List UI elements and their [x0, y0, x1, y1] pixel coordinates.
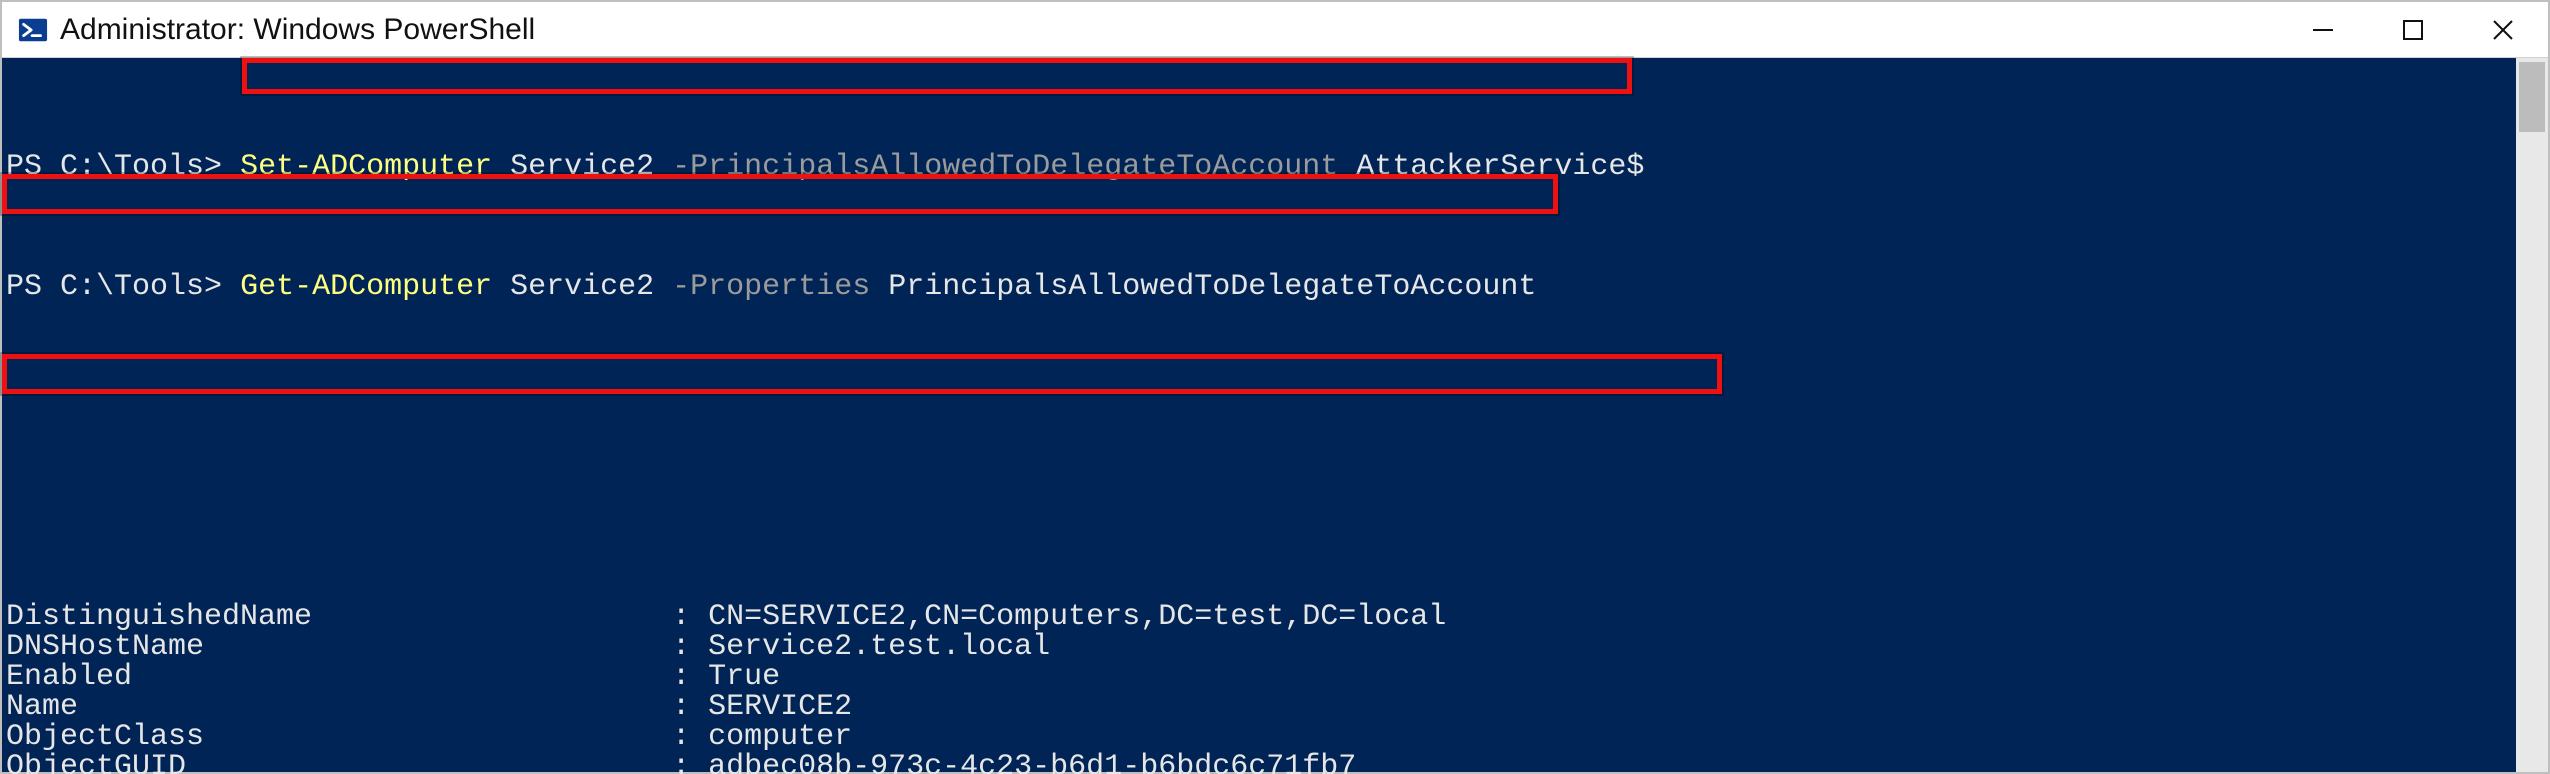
property-separator: :	[672, 750, 708, 774]
blank-line	[6, 392, 2516, 422]
property-value: CN=SERVICE2,CN=Computers,DC=test,DC=loca…	[708, 600, 1446, 634]
property-line: DistinguishedName : CN=SERVICE2,CN=Compu…	[6, 602, 2516, 632]
property-separator: :	[672, 720, 708, 754]
powershell-icon	[18, 15, 48, 45]
property-line: DNSHostName : Service2.test.local	[6, 632, 2516, 662]
property-value: SERVICE2	[708, 690, 852, 724]
value-text: AttackerService$	[1356, 150, 1644, 184]
property-line: ObjectClass : computer	[6, 722, 2516, 752]
prompt-text: PS C:\Tools>	[6, 270, 222, 304]
property-key: DNSHostName	[6, 630, 672, 664]
window-frame: Administrator: Windows PowerShell PS C:\…	[0, 0, 2550, 774]
target-text: Service2	[510, 150, 654, 184]
terminal-output-area[interactable]: PS C:\Tools> Set-ADComputer Service2 -Pr…	[2, 58, 2516, 772]
property-separator: :	[672, 600, 708, 634]
target-text: Service2	[510, 270, 654, 304]
property-separator: :	[672, 660, 708, 694]
prompt-text: PS C:\Tools>	[6, 150, 222, 184]
property-value: adbec08b-973c-4c23-b6d1-b6bdc6c71fb7	[708, 750, 1356, 774]
terminal-line-cmd1: PS C:\Tools> Set-ADComputer Service2 -Pr…	[6, 152, 2516, 182]
property-line: ObjectGUID : adbec08b-973c-4c23-b6d1-b6b…	[6, 752, 2516, 774]
property-line: Enabled : True	[6, 662, 2516, 692]
title-bar: Administrator: Windows PowerShell	[2, 2, 2548, 58]
property-key: Name	[6, 690, 672, 724]
minimize-button[interactable]	[2278, 2, 2368, 58]
cmdlet-text: Get-ADComputer	[240, 270, 492, 304]
property-key: DistinguishedName	[6, 600, 672, 634]
property-value: True	[708, 660, 780, 694]
property-separator: :	[672, 630, 708, 664]
scrollbar-thumb[interactable]	[2519, 62, 2545, 132]
property-key: ObjectGUID	[6, 750, 672, 774]
highlight-box-delegation	[2, 354, 1722, 394]
property-line: Name : SERVICE2	[6, 692, 2516, 722]
param-text: -PrincipalsAllowedToDelegateToAccount	[672, 150, 1338, 184]
param-text: -Properties	[672, 270, 870, 304]
cmdlet-text: Set-ADComputer	[240, 150, 492, 184]
value-text: PrincipalsAllowedToDelegateToAccount	[888, 270, 1536, 304]
property-separator: :	[672, 690, 708, 724]
property-value: computer	[708, 720, 852, 754]
window-title: Administrator: Windows PowerShell	[60, 13, 535, 47]
property-key: ObjectClass	[6, 720, 672, 754]
property-value: Service2.test.local	[708, 630, 1050, 664]
blank-line	[6, 482, 2516, 512]
terminal-line-cmd2: PS C:\Tools> Get-ADComputer Service2 -Pr…	[6, 272, 2516, 302]
vertical-scrollbar[interactable]	[2516, 58, 2548, 772]
highlight-box-set-command	[242, 58, 1632, 94]
close-button[interactable]	[2458, 2, 2548, 58]
maximize-button[interactable]	[2368, 2, 2458, 58]
property-key: Enabled	[6, 660, 672, 694]
